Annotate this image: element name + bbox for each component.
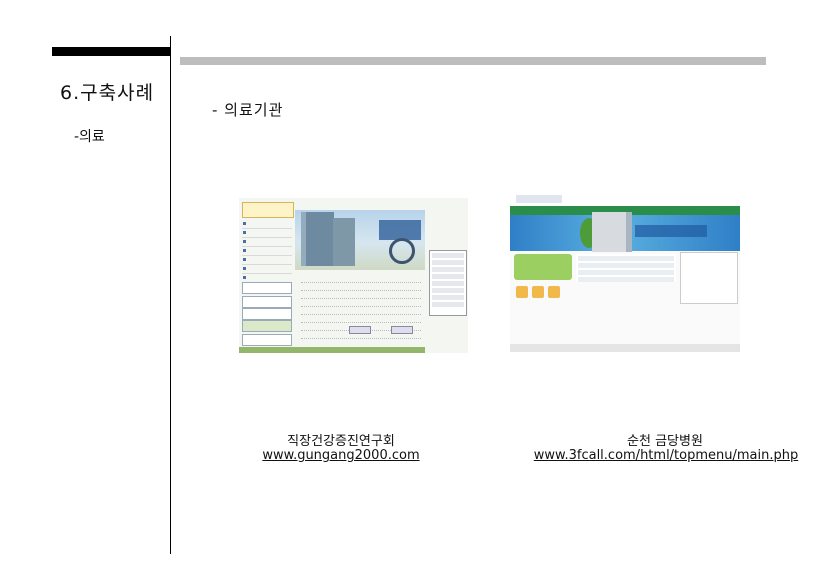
sub-label: -의료	[74, 129, 105, 145]
example-2-url[interactable]: www.3fcall.com/html/topmenu/main.php	[526, 448, 806, 463]
example-1-name: 직장건강증진연구회	[287, 434, 395, 449]
site-footer	[510, 344, 740, 352]
dropdown-popup	[429, 250, 467, 316]
example-screenshot-1	[239, 198, 468, 353]
example-1-url[interactable]: www.gungang2000.com	[241, 448, 441, 463]
title-accent-bar	[52, 47, 170, 56]
site-logo	[516, 195, 562, 203]
example-2-name: 순천 금당병원	[627, 434, 703, 449]
site-footer	[239, 347, 425, 353]
hospital-building-image	[592, 212, 632, 252]
building-image	[301, 212, 334, 266]
stethoscope-image	[389, 238, 415, 264]
site-logo	[242, 202, 294, 218]
vertical-divider	[170, 36, 171, 554]
example-screenshot-2	[510, 192, 740, 352]
header-rule	[180, 57, 766, 65]
page-heading: - 의료기관	[212, 101, 284, 119]
section-title: 6.구축사례	[60, 82, 155, 104]
